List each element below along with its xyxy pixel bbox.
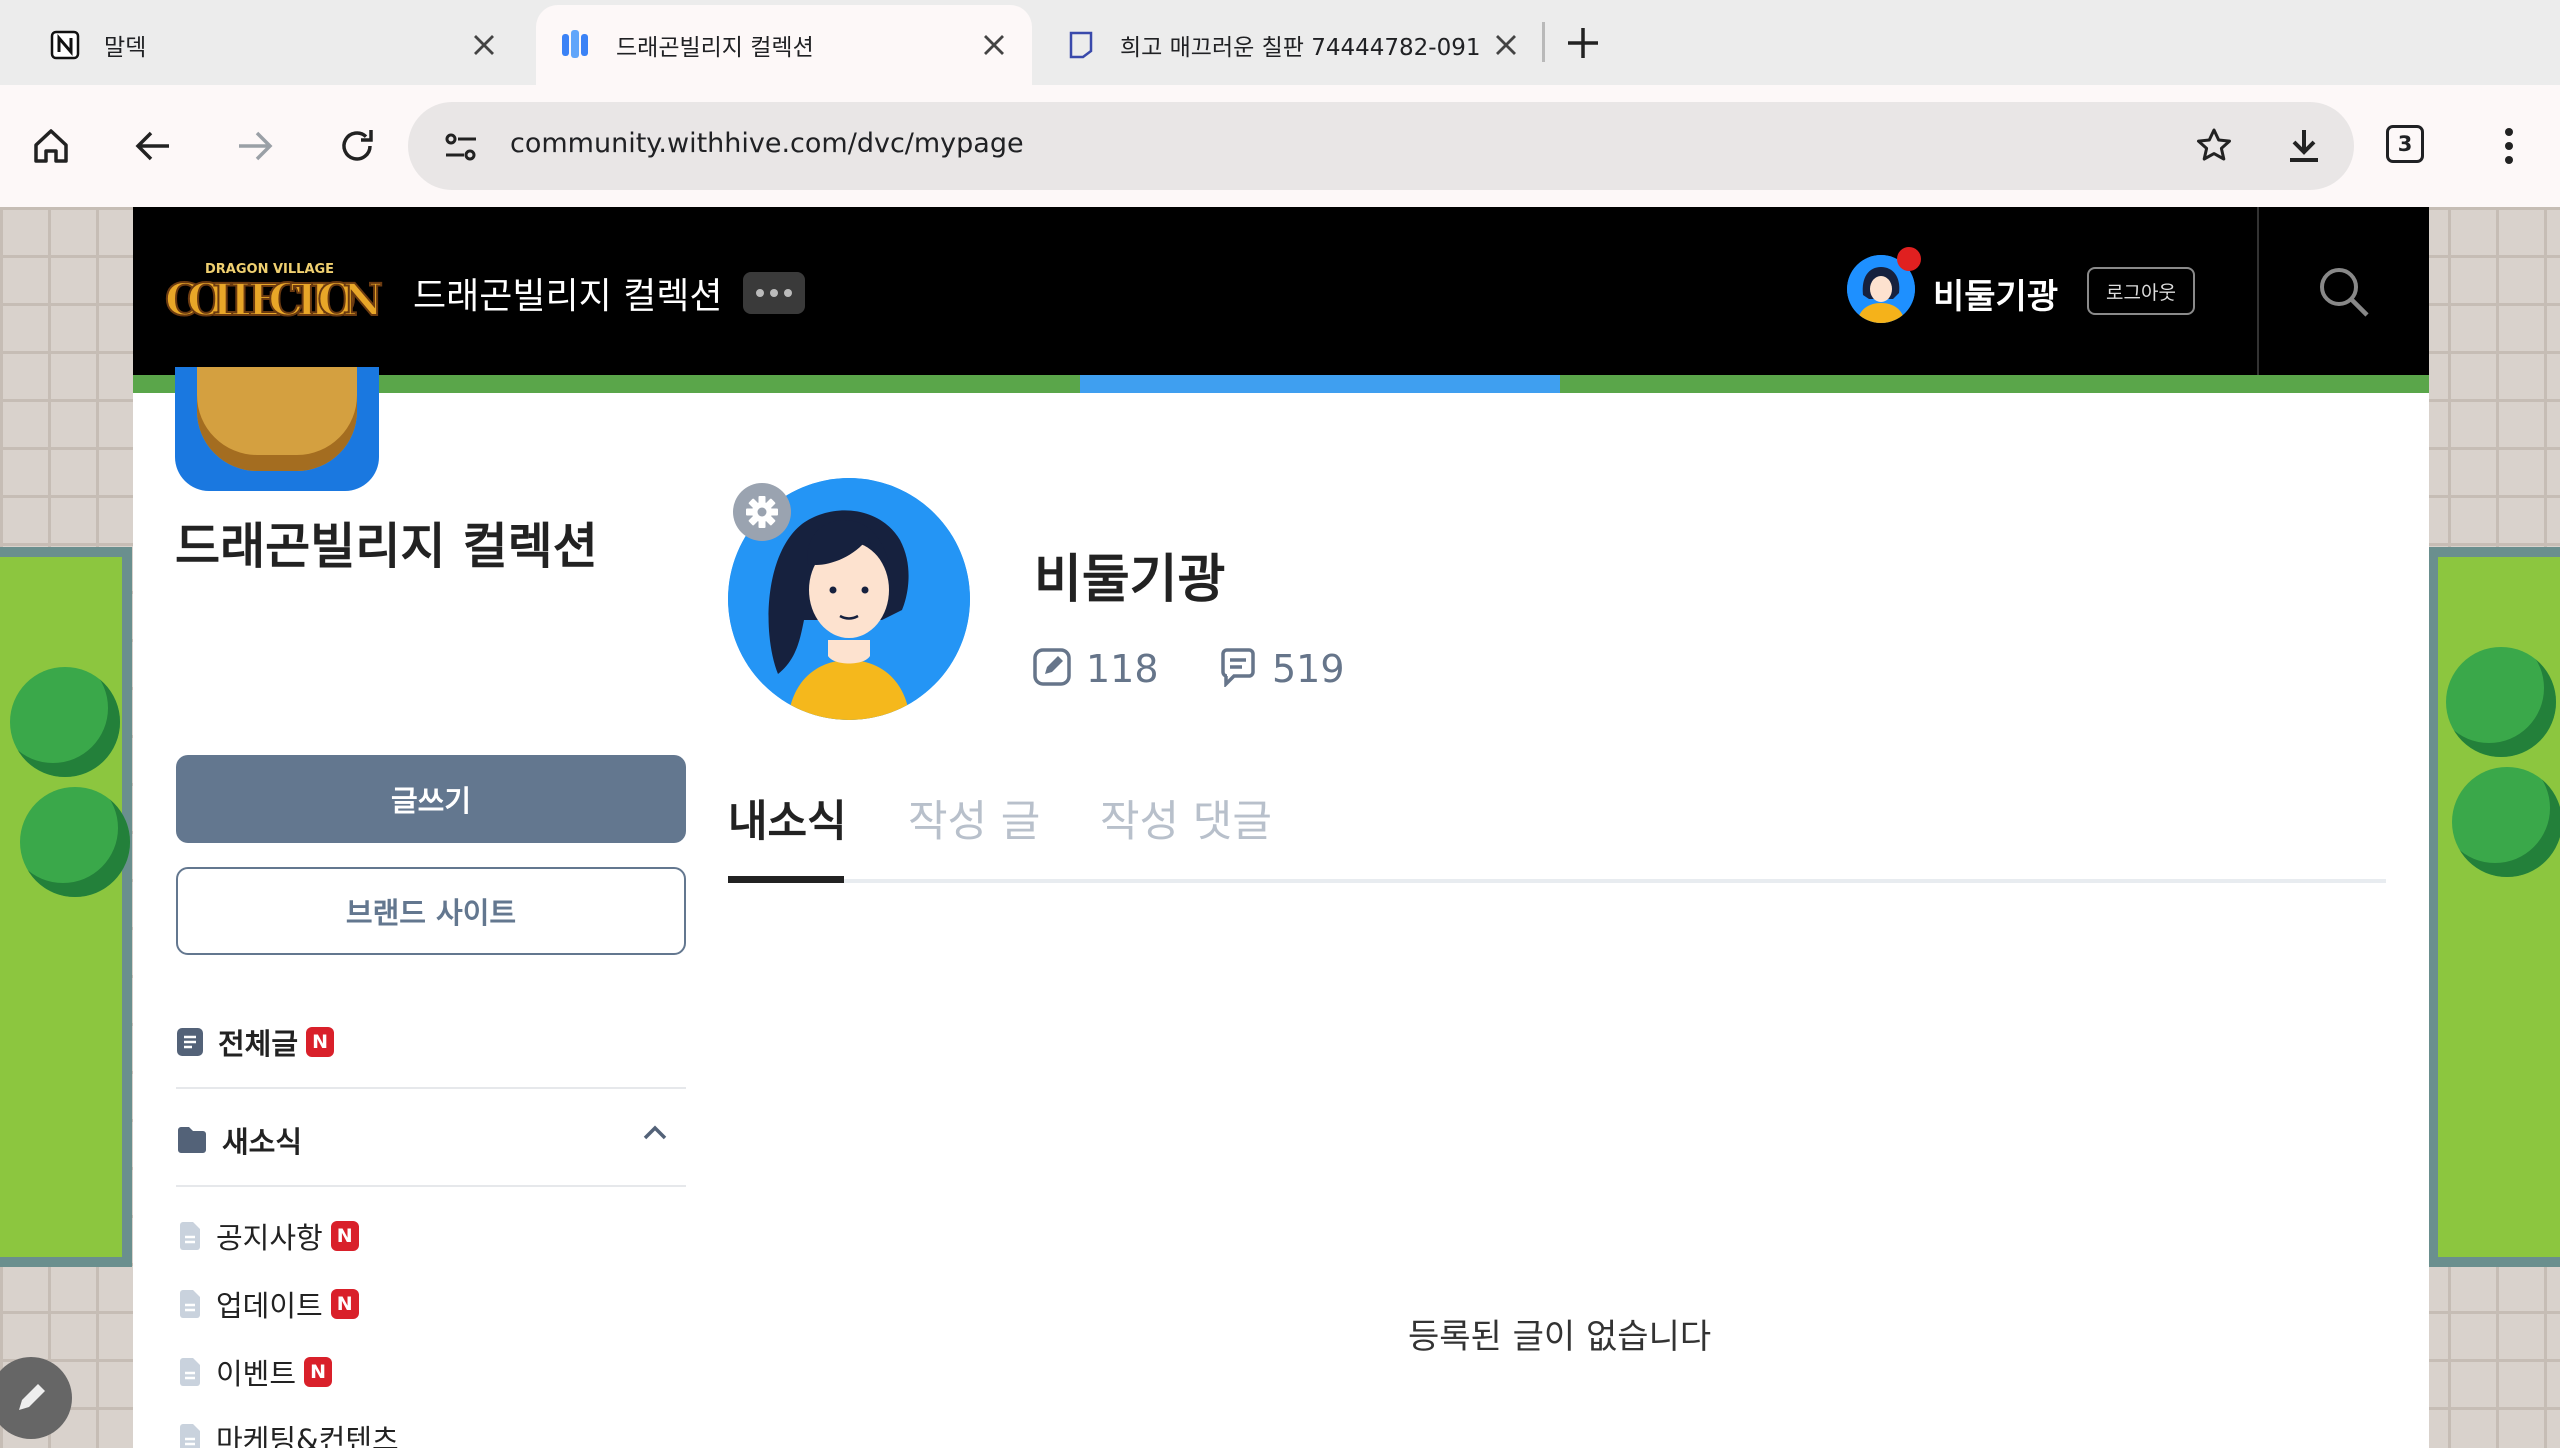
new-badge: N xyxy=(306,1027,335,1057)
tree-decoration xyxy=(2446,647,2556,757)
sidebar-item-label: 전체글 xyxy=(218,1027,299,1061)
sidebar-item-notice[interactable]: 공지사항 N xyxy=(178,1215,359,1257)
forward-arrow-icon[interactable] xyxy=(224,115,286,177)
brand-site-button[interactable]: 브랜드 사이트 xyxy=(176,867,686,955)
site-settings-icon[interactable] xyxy=(438,124,484,170)
browser-tab-strip: 말덱 드래곤빌리지 컬렉션 희고 매끄러운 칠판 74444782-0915-6… xyxy=(0,0,2560,85)
site-title[interactable]: 드래곤빌리지 컬렉션 xyxy=(413,267,723,319)
chevron-up-icon[interactable] xyxy=(642,1123,668,1141)
sidebar-item-event[interactable]: 이벤트 N xyxy=(178,1351,333,1393)
doc-icon xyxy=(178,1289,202,1319)
sidebar-item-label: 마케팅&컨텐츠 xyxy=(216,1423,399,1448)
active-tab-indicator xyxy=(728,876,844,883)
sidebar-divider xyxy=(176,1185,686,1187)
tab-title: 희고 매끄러운 칠판 74444782-0915-61 xyxy=(1120,35,1480,61)
profile-username: 비둘기광 xyxy=(1034,550,1226,610)
tab-my-comments[interactable]: 작성 댓글 xyxy=(1100,787,1272,849)
tree-decoration xyxy=(10,667,120,777)
address-bar[interactable]: community.withhive.com/dvc/mypage xyxy=(408,102,2354,190)
home-icon[interactable] xyxy=(20,115,82,177)
sidebar-category-news[interactable]: 새소식 xyxy=(176,1119,686,1161)
document-icon xyxy=(1064,28,1098,62)
new-badge: N xyxy=(304,1357,333,1387)
new-badge: N xyxy=(330,1289,359,1319)
browser-menu-icon[interactable] xyxy=(2478,115,2540,177)
notion-icon xyxy=(48,28,82,62)
write-post-button[interactable]: 글쓰기 xyxy=(176,755,686,843)
folder-icon xyxy=(176,1126,208,1154)
browser-tab-3[interactable]: 희고 매끄러운 칠판 74444782-0915-61 xyxy=(1040,5,1540,85)
floating-edit-button[interactable] xyxy=(0,1357,72,1439)
web-page: DRAGON VILLAGE COLLECTION 드래곤빌리지 컬렉션 비둘기… xyxy=(0,207,2560,1448)
tab-title: 말덱 xyxy=(104,35,147,61)
new-tab-plus-icon[interactable] xyxy=(1558,18,1608,68)
svg-text:COLLECTION: COLLECTION xyxy=(165,275,383,326)
browser-tab-2[interactable]: 드래곤빌리지 컬렉션 xyxy=(536,5,1032,85)
post-count: 118 xyxy=(1086,647,1159,691)
tree-decoration xyxy=(20,787,130,897)
category-title: 새소식 xyxy=(222,1125,303,1159)
tab-switcher-button[interactable]: 3 xyxy=(2386,125,2424,163)
back-arrow-icon[interactable] xyxy=(122,115,184,177)
doc-icon xyxy=(178,1357,202,1387)
profile-settings-gear-icon[interactable] xyxy=(733,483,791,541)
close-tab-icon[interactable] xyxy=(1486,25,1526,65)
sidebar-item-label: 공지사항 xyxy=(216,1221,323,1255)
sidebar-item-label: 업데이트 xyxy=(216,1289,323,1323)
tree-decoration xyxy=(2452,767,2560,877)
post-count-stat: 118 xyxy=(1032,647,1159,691)
list-doc-icon xyxy=(176,1027,204,1057)
edit-post-icon xyxy=(1032,647,1072,691)
download-icon[interactable] xyxy=(2274,116,2334,176)
tab-my-news[interactable]: 내소식 xyxy=(728,787,847,849)
reload-icon[interactable] xyxy=(326,115,388,177)
close-tab-icon[interactable] xyxy=(464,25,504,65)
comment-icon xyxy=(1218,647,1258,691)
search-icon[interactable] xyxy=(2311,259,2377,325)
bookmark-star-icon[interactable] xyxy=(2184,116,2244,176)
sidebar-divider xyxy=(176,1087,686,1089)
banner-image-pool xyxy=(1080,375,1560,393)
collection-logo[interactable]: DRAGON VILLAGE COLLECTION xyxy=(164,257,385,327)
sidebar-item-marketing[interactable]: 마케팅&컨텐츠 xyxy=(178,1417,399,1448)
header-avatar[interactable] xyxy=(1847,247,1921,323)
empty-state-message: 등록된 글이 없습니다 xyxy=(1408,1317,1712,1357)
pencil-icon xyxy=(11,1378,51,1418)
logout-button[interactable]: 로그아웃 xyxy=(2087,267,2195,315)
header-divider xyxy=(2257,207,2259,375)
tabs-underline xyxy=(728,879,2386,883)
sidebar-item-label: 이벤트 xyxy=(216,1357,297,1391)
tab-my-posts[interactable]: 작성 글 xyxy=(908,787,1040,849)
doc-icon xyxy=(178,1423,202,1448)
more-menu-button[interactable] xyxy=(743,272,805,314)
browser-tab-1[interactable]: 말덱 xyxy=(24,5,524,85)
game-app-icon[interactable] xyxy=(175,367,379,491)
community-name: 드래곤빌리지 컬렉션 xyxy=(175,518,598,575)
comment-count-stat: 519 xyxy=(1218,647,1345,691)
header-username[interactable]: 비둘기광 xyxy=(1933,269,2058,318)
notification-dot xyxy=(1897,247,1921,271)
close-tab-icon[interactable] xyxy=(974,25,1014,65)
tab-title: 드래곤빌리지 컬렉션 xyxy=(616,35,814,61)
background-garden-left xyxy=(0,547,132,1267)
browser-toolbar: community.withhive.com/dvc/mypage 3 xyxy=(0,85,2560,207)
url-text: community.withhive.com/dvc/mypage xyxy=(510,128,1024,159)
sidebar-item-update[interactable]: 업데이트 N xyxy=(178,1283,359,1325)
doc-icon xyxy=(178,1221,202,1251)
tab-separator xyxy=(1542,22,1545,62)
withhive-icon xyxy=(560,28,594,62)
comment-count: 519 xyxy=(1272,647,1345,691)
site-header: DRAGON VILLAGE COLLECTION 드래곤빌리지 컬렉션 비둘기… xyxy=(133,207,2429,375)
new-badge: N xyxy=(330,1221,359,1251)
sidebar-item-all-posts[interactable]: 전체글 N xyxy=(176,1021,335,1063)
